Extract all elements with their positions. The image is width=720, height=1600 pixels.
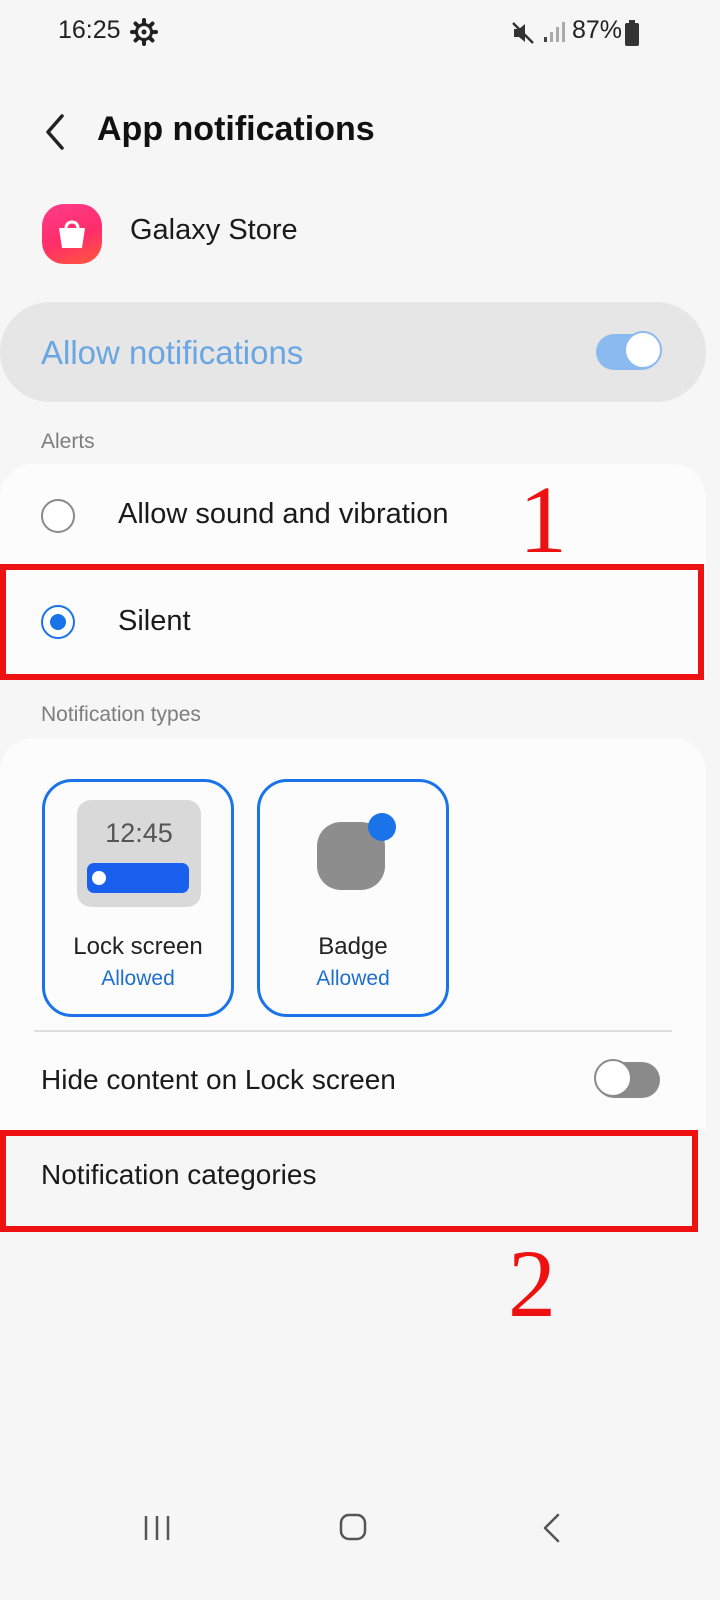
app-icon — [42, 204, 102, 264]
battery-percent: 87% — [572, 16, 623, 44]
chevron-left-icon — [46, 114, 64, 150]
allow-notifications-toggle[interactable] — [596, 331, 662, 370]
lock-preview-time: 12:45 — [105, 818, 173, 848]
status-time: 16:25 — [58, 16, 121, 44]
battery-icon — [625, 20, 639, 46]
badge-title: Badge — [318, 933, 388, 960]
screen: 16:25 87% App notifications Galaxy Store… — [0, 0, 720, 1600]
hide-content-toggle[interactable] — [594, 1059, 660, 1098]
shopping-bag-icon — [59, 220, 85, 248]
signal-icon — [544, 22, 565, 42]
sound-vibration-option[interactable]: Allow sound and vibration — [118, 498, 448, 531]
sound-vibration-radio[interactable] — [41, 499, 75, 533]
annotation-box-2 — [0, 1130, 698, 1232]
recent-apps-icon[interactable] — [142, 1513, 172, 1543]
lock-screen-status: Allowed — [101, 967, 175, 990]
back-button[interactable] — [30, 104, 80, 160]
hide-content-label[interactable]: Hide content on Lock screen — [41, 1064, 396, 1096]
annotation-box-1 — [0, 564, 704, 680]
home-icon[interactable] — [338, 1512, 368, 1542]
divider — [34, 1030, 672, 1032]
app-name: Galaxy Store — [130, 214, 298, 246]
toggle-knob — [594, 1059, 632, 1097]
allow-notifications-label: Allow notifications — [41, 334, 304, 371]
badge-dot-icon — [368, 813, 396, 841]
lock-preview-dot — [92, 871, 106, 885]
lock-screen-title: Lock screen — [73, 933, 203, 960]
page-title: App notifications — [97, 110, 375, 148]
back-icon[interactable] — [540, 1512, 564, 1544]
mute-icon — [512, 22, 534, 44]
toggle-knob — [624, 331, 662, 369]
annotation-number-1: 1 — [519, 466, 567, 573]
notification-types-label: Notification types — [41, 703, 201, 726]
gear-icon — [130, 18, 158, 46]
badge-status: Allowed — [316, 967, 390, 990]
alerts-section-label: Alerts — [41, 430, 95, 453]
annotation-number-2: 2 — [508, 1230, 556, 1337]
